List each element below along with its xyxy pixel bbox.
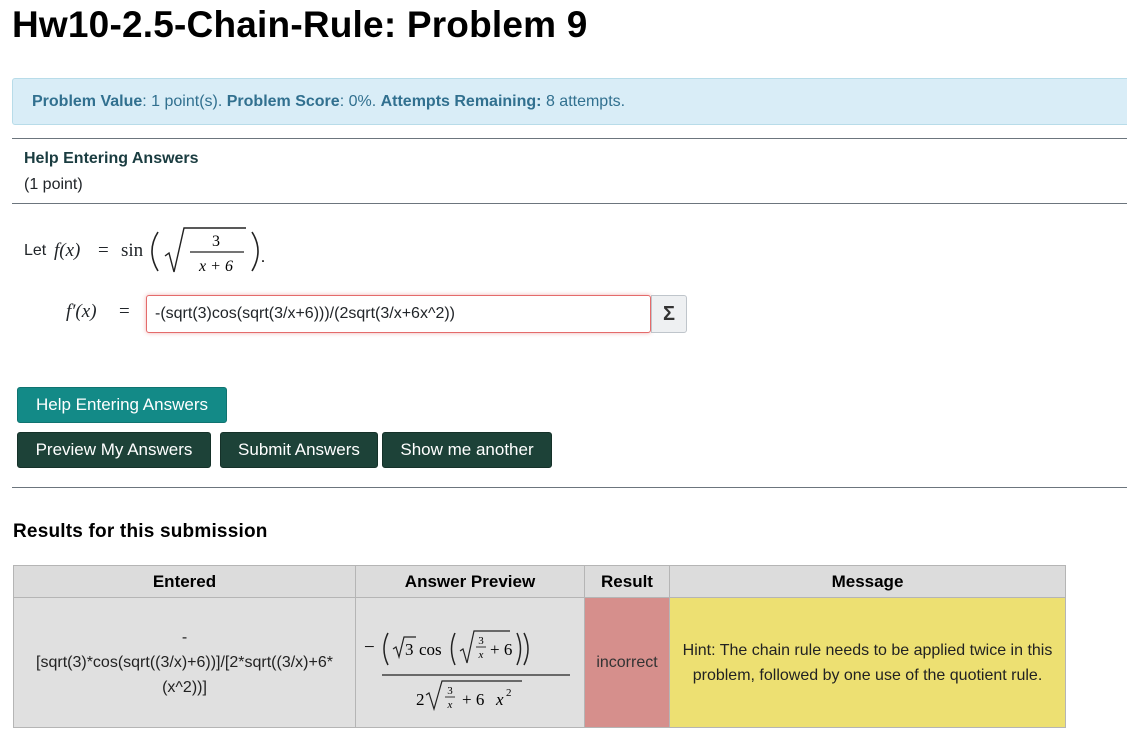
period: . bbox=[261, 249, 265, 266]
problem-score-label: Problem Score bbox=[226, 93, 340, 110]
attempts-remaining-label: Attempts Remaining: bbox=[380, 93, 542, 110]
problem-value-text: : 1 point(s). bbox=[142, 93, 227, 110]
preview-frac-den: x bbox=[478, 649, 484, 661]
table-row: - [sqrt(3)*cos(sqrt((3/x)+6))]/[2*sqrt((… bbox=[13, 597, 1066, 728]
fraction-numerator: 3 bbox=[212, 233, 220, 250]
results-table: Entered Answer Preview Result Message - … bbox=[13, 565, 1066, 728]
entered-line: - bbox=[181, 629, 188, 646]
problem-score-text: : 0%. bbox=[339, 93, 381, 110]
column-header-entered: Entered bbox=[13, 565, 356, 598]
problem-points: (1 point) bbox=[24, 176, 83, 193]
preview-den-frac-den: x bbox=[447, 699, 453, 711]
entered-cell: - [sqrt(3)*cos(sqrt((3/x)+6))]/[2*sqrt((… bbox=[13, 597, 356, 728]
divider bbox=[12, 138, 1127, 139]
preview-two: 2 bbox=[416, 690, 425, 709]
column-header-result: Result bbox=[584, 565, 670, 598]
preview-outer-left-paren bbox=[383, 632, 389, 665]
submit-answers-button[interactable]: Submit Answers bbox=[220, 432, 378, 468]
answer-preview-cell: − 3 cos 3 x + 6 2 3 x + 6 x 2 bbox=[355, 597, 585, 728]
result-cell: incorrect bbox=[584, 597, 670, 728]
preview-exponent: 2 bbox=[506, 687, 512, 699]
preview-den-frac-num: 3 bbox=[447, 685, 453, 697]
entered-line: [sqrt(3)*cos(sqrt((3/x)+6))]/[2*sqrt((3/… bbox=[36, 654, 333, 671]
page-title: Hw10-2.5-Chain-Rule: Problem 9 bbox=[12, 4, 588, 45]
problem-value-label: Problem Value bbox=[32, 93, 143, 110]
sigma-icon[interactable]: Σ bbox=[651, 295, 687, 333]
divider bbox=[12, 203, 1127, 204]
derivative-equals: = bbox=[119, 301, 130, 322]
derivative-lhs: f′(x) bbox=[66, 301, 97, 322]
answer-input[interactable] bbox=[146, 295, 651, 333]
help-entering-answers-button[interactable]: Help Entering Answers bbox=[17, 387, 227, 423]
help-heading: Help Entering Answers bbox=[24, 150, 199, 167]
attempts-remaining-text: 8 attempts. bbox=[541, 93, 626, 110]
preview-cos: cos bbox=[419, 640, 442, 659]
fraction-denominator: x + 6 bbox=[198, 258, 233, 275]
left-paren bbox=[151, 231, 159, 272]
answer-preview-math: − 3 cos 3 x + 6 2 3 x + 6 x 2 bbox=[364, 629, 570, 711]
preview-x: x bbox=[495, 690, 504, 709]
divider bbox=[12, 487, 1127, 488]
results-heading: Results for this submission bbox=[13, 521, 268, 542]
column-header-preview: Answer Preview bbox=[355, 565, 585, 598]
entered-line: (x^2))] bbox=[162, 679, 207, 696]
message-cell: Hint: The chain rule needs to be applied… bbox=[669, 597, 1066, 728]
preview-inner-right-paren bbox=[516, 632, 522, 665]
preview-plus-six: + 6 bbox=[490, 640, 512, 659]
problem-info-banner: Problem Value: 1 point(s). Problem Score… bbox=[12, 78, 1127, 125]
preview-plus-six-x: + 6 bbox=[462, 690, 484, 709]
preview-answers-button[interactable]: Preview My Answers bbox=[17, 432, 211, 468]
preview-minus: − bbox=[364, 637, 375, 658]
preview-inner-left-paren bbox=[450, 632, 456, 665]
show-another-button[interactable]: Show me another bbox=[382, 432, 552, 468]
column-header-message: Message bbox=[669, 565, 1066, 598]
right-paren bbox=[251, 231, 259, 272]
function-expression-svg: 3 x + 6 . bbox=[151, 227, 265, 275]
preview-frac-num: 3 bbox=[478, 635, 484, 647]
preview-three: 3 bbox=[405, 640, 414, 659]
results-header-row: Entered Answer Preview Result Message bbox=[13, 565, 1066, 598]
preview-outer-right-paren bbox=[523, 632, 529, 665]
